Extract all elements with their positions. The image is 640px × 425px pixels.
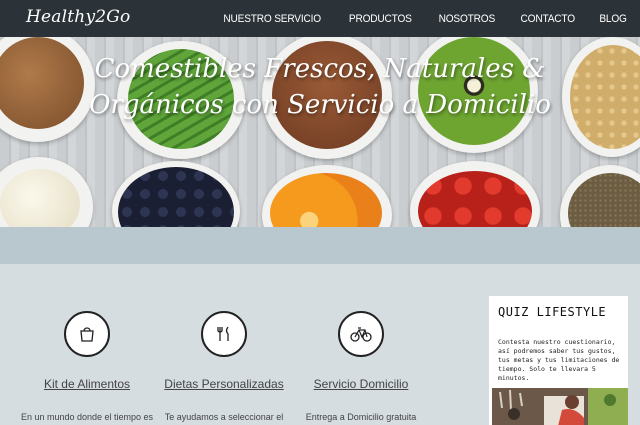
shopping-bag-icon-svg <box>80 327 94 342</box>
feature-title[interactable]: Servicio Domicilio <box>291 377 431 391</box>
hero-title-line2: Orgánicos con Servicio a Domicilio <box>89 90 551 120</box>
fork-knife-icon-svg <box>217 326 229 341</box>
quiz-title: QUIZ LIFESTYLE <box>498 305 607 319</box>
feature-text: Entrega a Domicilio gratuita <box>305 412 417 422</box>
section-divider-band <box>0 227 640 264</box>
menu-item-nuestro-servicio[interactable]: NUESTRO SERVICIO <box>205 13 322 25</box>
menu-item-nosotros[interactable]: NOSOTROS <box>419 13 495 25</box>
fork-knife-icon[interactable] <box>201 311 247 357</box>
quiz-kitchen-image <box>492 388 628 425</box>
feature-title[interactable]: Kit de Alimentos <box>17 377 157 391</box>
menu-item-blog[interactable]: BLOG <box>580 13 628 25</box>
bicycle-icon[interactable] <box>338 311 384 357</box>
feature-domicilio: Servicio Domicilio Entrega a Domicilio g… <box>291 311 431 422</box>
bicycle-icon-svg <box>350 327 372 342</box>
main-menu: NUESTRO SERVICIO PRODUCTOS NOSOTROS CONT… <box>199 0 629 37</box>
feature-text: Te ayudamos a seleccionar el <box>164 412 284 422</box>
top-navbar: Healthy2Go NUESTRO SERVICIO PRODUCTOS NO… <box>0 0 640 37</box>
shopping-bag-icon[interactable] <box>64 311 110 357</box>
hero-title: Comestibles Frescos, Naturales & Orgánic… <box>0 51 640 123</box>
quiz-kitchen-illustration <box>492 388 628 425</box>
quiz-lifestyle-card[interactable]: QUIZ LIFESTYLE Contesta nuestro cuestion… <box>489 296 628 425</box>
brand-logo[interactable]: Healthy2Go <box>26 7 130 27</box>
feature-text: En un mundo donde el tiempo es <box>20 412 154 422</box>
feature-title[interactable]: Dietas Personalizadas <box>154 377 294 391</box>
quiz-description: Contesta nuestro cuestionario, así podre… <box>498 338 620 382</box>
hero-banner: Comestibles Frescos, Naturales & Orgánic… <box>0 37 640 227</box>
feature-kit-alimentos: Kit de Alimentos En un mundo donde el ti… <box>17 311 157 422</box>
hero-title-line1: Comestibles Frescos, Naturales & <box>94 54 546 84</box>
menu-item-contacto[interactable]: CONTACTO <box>501 13 576 25</box>
feature-dietas: Dietas Personalizadas Te ayudamos a sele… <box>154 311 294 422</box>
menu-item-productos[interactable]: PRODUCTOS <box>330 13 412 25</box>
